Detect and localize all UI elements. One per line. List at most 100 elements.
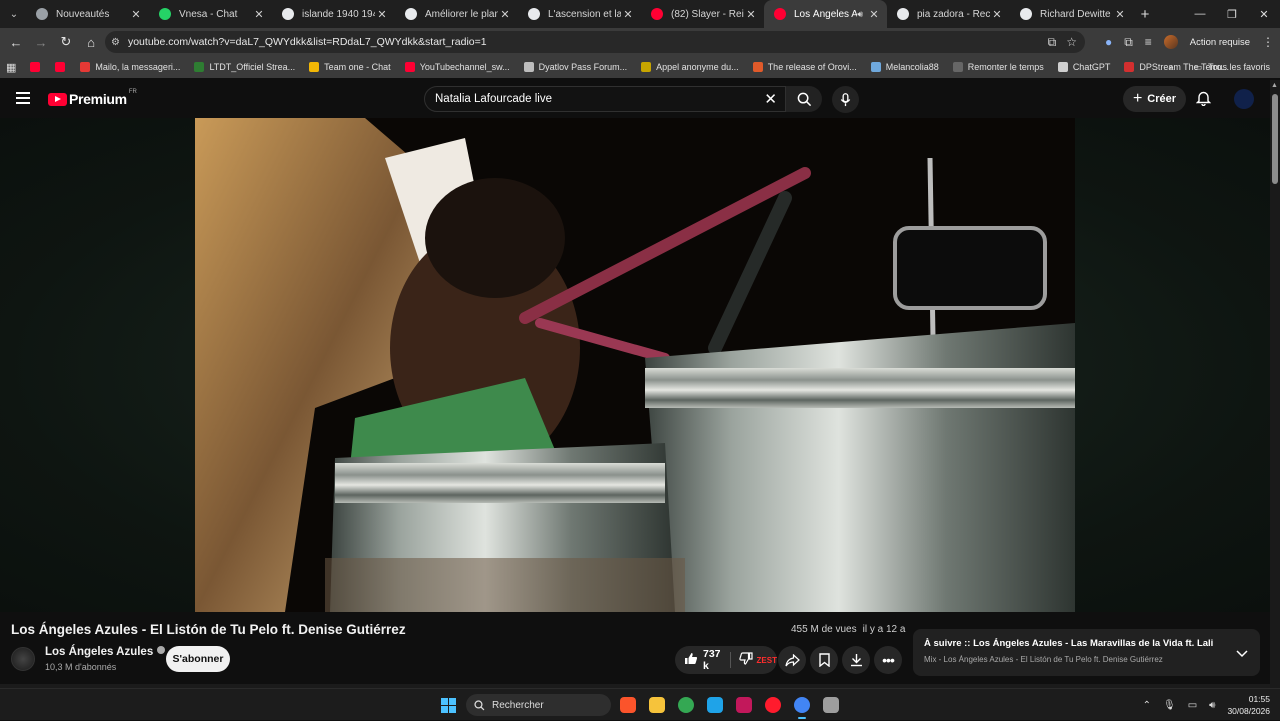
notifications-bell-icon[interactable]: [1195, 90, 1212, 111]
chrome-app-icon[interactable]: [794, 697, 810, 719]
browser-tab[interactable]: Los Ángeles Azul🔊︎ ✕: [764, 0, 887, 28]
bookmark-item[interactable]: ChatGPT: [1057, 62, 1110, 72]
like-count[interactable]: 737 k: [703, 648, 722, 672]
bookmark-item[interactable]: Mailo, la messageri...: [80, 62, 180, 72]
save-button[interactable]: [810, 646, 838, 674]
extension-icon[interactable]: ●: [1105, 35, 1112, 49]
bookmark-favicon-icon: [55, 62, 66, 72]
chevron-down-icon[interactable]: [1236, 645, 1248, 663]
voice-search-button[interactable]: [832, 86, 859, 113]
extensions-puzzle-icon[interactable]: ⧉: [1124, 35, 1133, 50]
bookmark-item[interactable]: The release of Orovi...: [752, 62, 857, 72]
home-button[interactable]: ⌂: [79, 30, 103, 54]
account-avatar[interactable]: [1234, 89, 1254, 109]
files-app-icon[interactable]: [649, 697, 665, 713]
browser-tab[interactable]: Améliorer le plan arc✕: [395, 0, 518, 28]
tray-overflow-icon[interactable]: ⌃: [1143, 700, 1151, 711]
other-app-icon[interactable]: [823, 697, 839, 713]
channel-avatar[interactable]: [11, 647, 35, 671]
dislike-thumb-icon[interactable]: [738, 652, 753, 668]
browser-tab[interactable]: islande 1940 1945 m✕: [272, 0, 395, 28]
youtube-logo[interactable]: Premium FR: [48, 89, 137, 107]
bookmark-item[interactable]: [30, 62, 45, 72]
bookmark-item[interactable]: Team one - Chat: [309, 62, 391, 72]
tab-close-icon[interactable]: ✕: [621, 8, 635, 21]
more-actions-button[interactable]: •••: [874, 646, 902, 674]
bookmark-item[interactable]: Melancolia88: [870, 62, 939, 72]
opera-app-icon[interactable]: [765, 697, 781, 713]
like-thumb-icon[interactable]: [684, 652, 698, 668]
media-controls-icon[interactable]: ≡: [1145, 35, 1152, 49]
up-next-panel[interactable]: À suivre :: Los Ángeles Azules - Las Mar…: [913, 629, 1260, 676]
address-bar[interactable]: ⚙ youtube.com/watch?v=daL7_QWYdkk&list=R…: [105, 31, 1085, 53]
bookmarks-overflow-icon[interactable]: »: [1168, 62, 1173, 72]
bookmark-item[interactable]: LTDT_Officiel Strea...: [194, 62, 295, 72]
bookmark-item[interactable]: [55, 62, 70, 72]
scrollbar-thumb[interactable]: [1272, 94, 1278, 184]
edge-app-icon[interactable]: [707, 697, 723, 713]
browser-tab[interactable]: Nouveautés ✕: [26, 0, 149, 28]
tab-close-icon[interactable]: ✕: [498, 8, 512, 21]
bookmark-item[interactable]: Dyatlov Pass Forum...: [523, 62, 627, 72]
search-input[interactable]: Natalia Lafourcade live ✕: [424, 86, 786, 112]
brave-app-icon[interactable]: [620, 697, 636, 713]
new-tab-button[interactable]: +: [1133, 6, 1157, 23]
tab-close-icon[interactable]: ✕: [990, 8, 1004, 21]
search-query[interactable]: Natalia Lafourcade live: [435, 93, 552, 105]
close-window-button[interactable]: ✕: [1248, 0, 1280, 28]
chrome-alt-app-icon[interactable]: [678, 697, 694, 713]
minimize-button[interactable]: —: [1184, 0, 1216, 28]
menu-hamburger-icon[interactable]: [16, 92, 30, 107]
microphone-tray-icon[interactable]: 🎙︎: [1163, 700, 1176, 711]
back-button[interactable]: ←: [4, 30, 28, 54]
volume-icon[interactable]: 🔊︎: [1209, 700, 1215, 711]
bookmark-item[interactable]: Appel anonyme du...: [641, 62, 739, 72]
tab-close-icon[interactable]: ✕: [375, 8, 389, 21]
scroll-up-icon[interactable]: ▲: [1271, 82, 1278, 89]
more-menu-icon[interactable]: ⋮: [1262, 35, 1274, 49]
action-required-label[interactable]: Action requise: [1190, 37, 1250, 48]
bookmark-item[interactable]: Remonter le temps: [952, 62, 1044, 72]
url-text[interactable]: youtube.com/watch?v=daL7_QWYdkk&list=RDd…: [128, 36, 487, 48]
search-button[interactable]: [786, 86, 822, 112]
bookmark-item[interactable]: YouTubechannel_sw...: [404, 62, 510, 72]
tab-search-chevron-icon[interactable]: ⌄: [2, 2, 26, 26]
tab-close-icon[interactable]: ✕: [129, 8, 143, 21]
channel-name-text[interactable]: Los Ángeles Azules: [45, 646, 153, 658]
restore-button[interactable]: ❐: [1216, 0, 1248, 28]
profile-avatar[interactable]: [1163, 35, 1178, 49]
windows-start-icon[interactable]: [441, 698, 456, 713]
up-next-title[interactable]: À suivre :: Los Ángeles Azules - Las Mar…: [924, 638, 1249, 649]
apps-grid-icon[interactable]: ▦: [6, 61, 16, 74]
browser-tab[interactable]: L'ascension et la chut✕: [518, 0, 641, 28]
browser-tab[interactable]: Richard Dewitte - Re✕: [1010, 0, 1133, 28]
tab-audio-icon[interactable]: 🔊︎: [857, 9, 863, 20]
download-button[interactable]: [842, 646, 870, 674]
install-app-icon[interactable]: ⧉: [1048, 35, 1057, 50]
all-bookmarks-link[interactable]: Tous les favoris: [1208, 62, 1270, 72]
site-info-icon[interactable]: ⚙: [111, 37, 120, 48]
snip-app-icon[interactable]: [736, 697, 752, 713]
browser-tab[interactable]: Vnesa - Chat ✕: [149, 0, 272, 28]
reload-button[interactable]: ↻: [54, 30, 78, 54]
clock[interactable]: 01:55 30/08/2026: [1227, 693, 1270, 717]
bookmark-star-icon[interactable]: ☆: [1066, 35, 1077, 49]
page-scrollbar[interactable]: ▲: [1270, 80, 1280, 688]
tab-close-icon[interactable]: ✕: [1113, 8, 1127, 21]
bookmark-favicon-icon: [309, 62, 320, 72]
browser-tab[interactable]: (82) Slayer - Reign In✕: [641, 0, 764, 28]
tab-label: Richard Dewitte - Re: [1040, 8, 1113, 20]
taskbar-search[interactable]: Rechercher: [466, 694, 611, 716]
tab-close-icon[interactable]: ✕: [252, 8, 266, 21]
display-icon[interactable]: ▭: [1188, 700, 1197, 711]
video-player[interactable]: [195, 118, 1075, 612]
create-button[interactable]: + Créer: [1123, 86, 1186, 112]
browser-tab[interactable]: pia zadora - Recherch✕: [887, 0, 1010, 28]
share-button[interactable]: [778, 646, 806, 674]
tab-close-icon[interactable]: ✕: [867, 8, 881, 21]
tab-close-icon[interactable]: ✕: [744, 8, 758, 21]
forward-button[interactable]: →: [29, 30, 53, 54]
subscribe-button[interactable]: S'abonner: [166, 646, 230, 672]
channel-name[interactable]: Los Ángeles Azules: [45, 646, 166, 658]
clear-search-icon[interactable]: ✕: [764, 90, 777, 108]
